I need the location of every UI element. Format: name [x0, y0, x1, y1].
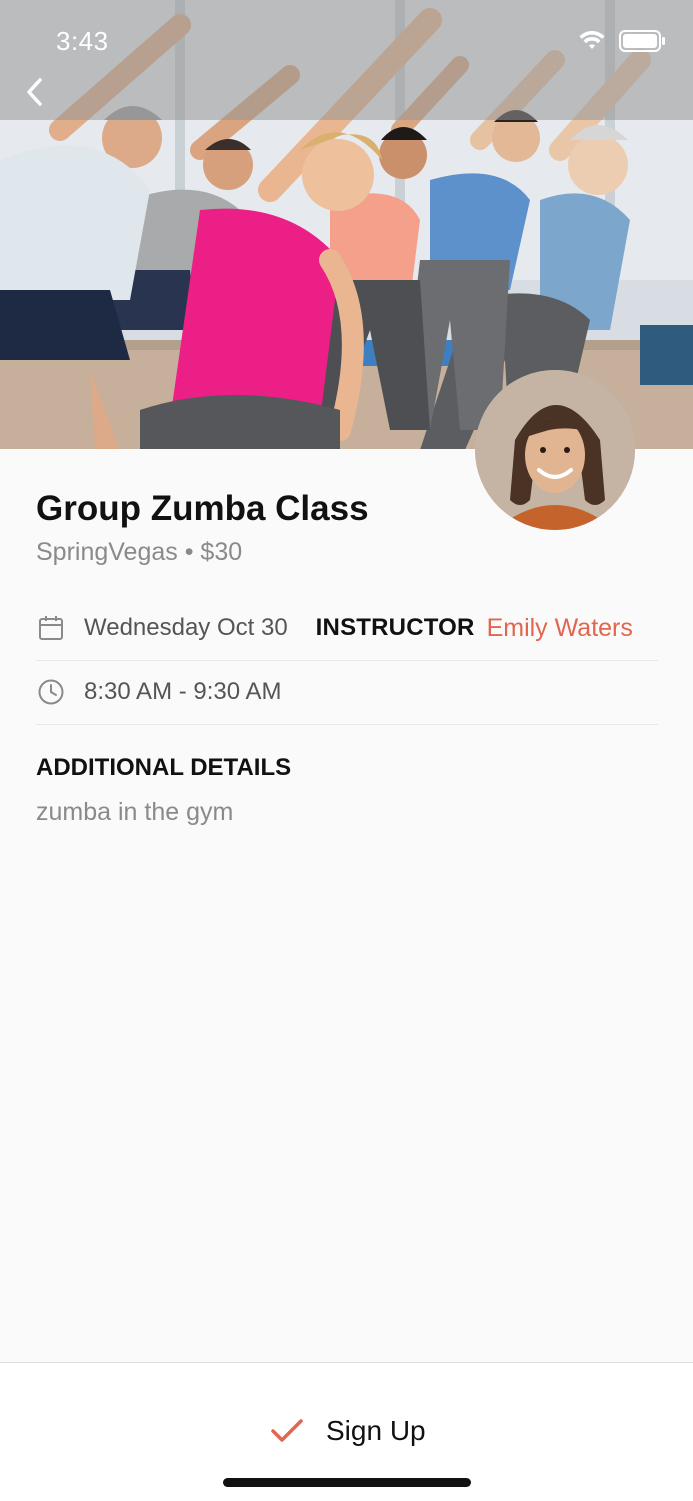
status-icons	[579, 30, 665, 52]
additional-details-text: zumba in the gym	[36, 798, 234, 826]
checkmark-icon	[271, 1419, 303, 1442]
chevron-left-icon	[27, 78, 42, 106]
event-header: Group Zumba Class SpringVegas • $30	[36, 486, 658, 567]
sign-up-label: Sign Up	[326, 1415, 426, 1446]
instructor-name[interactable]: Emily Waters	[487, 614, 633, 643]
clock-icon	[36, 677, 66, 707]
event-subtitle: SpringVegas • $30	[36, 538, 243, 566]
sign-up-button[interactable]: Sign Up	[270, 1415, 426, 1447]
date-row: Wednesday Oct 30 INSTRUCTOR Emily Waters	[36, 596, 658, 661]
status-bar: 3:43	[0, 0, 693, 120]
additional-details-heading: ADDITIONAL DETAILS	[36, 754, 292, 781]
event-title: Group Zumba Class	[36, 489, 369, 528]
event-date: Wednesday Oct 30	[84, 614, 288, 641]
event-time-range: 8:30 AM - 9:30 AM	[84, 678, 282, 705]
back-button[interactable]	[16, 72, 52, 112]
battery-icon	[619, 30, 665, 52]
wifi-icon	[579, 31, 605, 49]
time-row: 8:30 AM - 9:30 AM	[36, 660, 658, 725]
home-indicator[interactable]	[223, 1478, 471, 1487]
calendar-icon	[36, 613, 66, 643]
status-time: 3:43	[56, 26, 109, 56]
instructor-label: INSTRUCTOR	[315, 614, 475, 641]
